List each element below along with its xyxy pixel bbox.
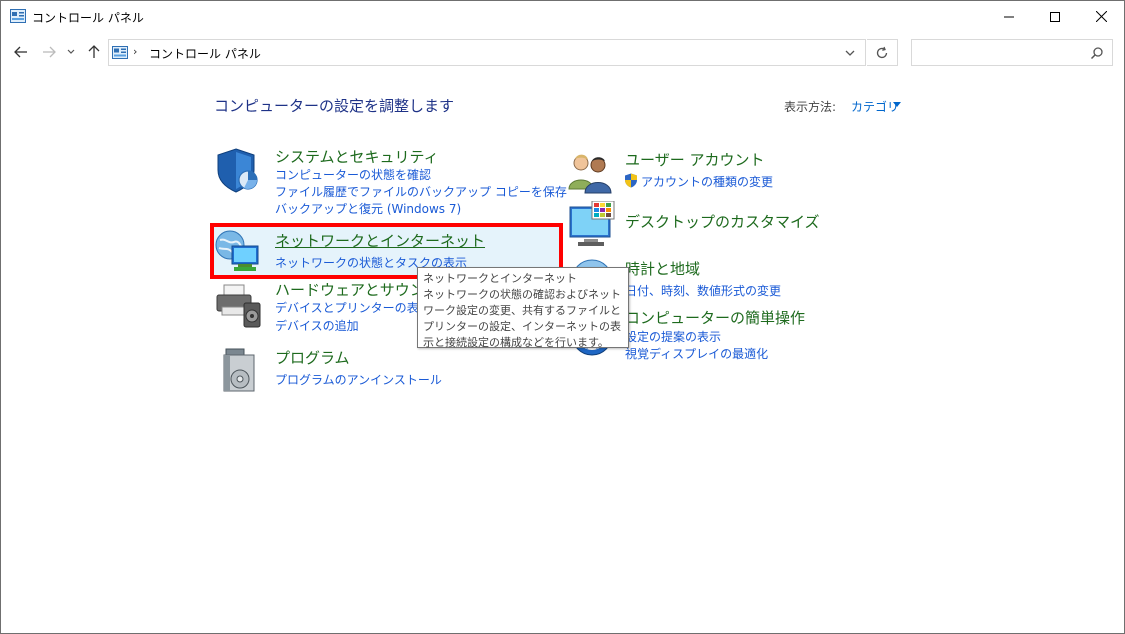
link-change-account-type[interactable]: アカウントの種類の変更 — [641, 173, 773, 190]
category-system-security[interactable]: システムとセキュリティ — [275, 146, 439, 167]
close-icon — [1095, 11, 1107, 22]
tooltip: ネットワークとインターネット ネットワークの状態の確認およびネットワーク設定の変… — [417, 267, 629, 349]
programs-icon[interactable] — [218, 347, 266, 395]
chevron-down-icon[interactable] — [893, 102, 901, 107]
refresh-button[interactable] — [867, 39, 898, 66]
tooltip-title: ネットワークとインターネット — [423, 272, 577, 285]
category-ease-of-access[interactable]: コンピューターの簡単操作 — [625, 307, 805, 328]
category-hardware-sound[interactable]: ハードウェアとサウンド — [275, 279, 440, 300]
user-accounts-icon[interactable] — [567, 149, 615, 197]
title-bar: コントロール パネル — [1, 1, 1124, 32]
link-optimize-visual-display[interactable]: 視覚ディスプレイの最適化 — [625, 345, 768, 362]
link-file-history-backup[interactable]: ファイル履歴でファイルのバックアップ コピーを保存 — [275, 183, 567, 200]
window-title: コントロール パネル — [32, 11, 144, 25]
arrow-right-icon — [43, 46, 56, 58]
minimize-icon — [1004, 16, 1014, 17]
uac-shield-icon — [625, 173, 637, 188]
link-change-date-time-format[interactable]: 日付、時刻、数値形式の変更 — [625, 282, 781, 299]
link-view-devices-printers[interactable]: デバイスとプリンターの表示 — [275, 299, 431, 316]
link-let-windows-suggest[interactable]: 設定の提案の表示 — [625, 328, 721, 345]
category-appearance-personalization[interactable]: デスクトップのカスタマイズ — [625, 211, 820, 232]
link-check-computer-status[interactable]: コンピューターの状態を確認 — [275, 166, 431, 183]
page-title: コンピューターの設定を調整します — [214, 97, 455, 115]
breadcrumb-separator[interactable]: › — [133, 45, 137, 58]
minimize-button[interactable] — [986, 1, 1032, 32]
category-programs[interactable]: プログラム — [275, 347, 350, 368]
view-by-label: 表示方法: — [784, 100, 837, 114]
tooltip-description: ネットワークの状態の確認およびネットワーク設定の変更、共有するファイルとプリンタ… — [423, 288, 621, 349]
breadcrumb-separator[interactable]: › — [242, 45, 246, 58]
link-uninstall-program[interactable]: プログラムのアンインストール — [275, 371, 442, 388]
category-user-accounts[interactable]: ユーザー アカウント — [625, 149, 764, 170]
search-icon — [1090, 47, 1103, 60]
search-input[interactable] — [911, 39, 1113, 66]
link-add-device[interactable]: デバイスの追加 — [275, 317, 359, 334]
chevron-down-icon[interactable] — [843, 46, 857, 60]
printer-icon[interactable] — [214, 281, 262, 329]
arrow-left-icon — [14, 46, 27, 58]
close-button[interactable] — [1078, 1, 1124, 32]
chevron-down-icon — [67, 49, 75, 54]
maximize-icon — [1050, 11, 1060, 22]
shield-icon[interactable] — [214, 146, 262, 194]
back-button[interactable] — [10, 41, 32, 63]
address-bar[interactable]: › コントロール パネル › — [108, 39, 866, 66]
control-panel-window: コントロール パネル › コントロール パネル › コンピューターの設定を調整し… — [0, 0, 1125, 634]
recent-locations-button[interactable] — [63, 41, 79, 63]
refresh-icon — [876, 46, 888, 58]
control-panel-icon — [112, 46, 128, 59]
link-backup-restore-win7[interactable]: バックアップと復元 (Windows 7) — [275, 200, 461, 217]
up-button[interactable] — [83, 41, 105, 63]
control-panel-icon — [10, 9, 26, 23]
forward-button[interactable] — [38, 41, 60, 63]
arrow-up-icon — [88, 45, 100, 58]
desktop-personalize-icon[interactable] — [568, 201, 616, 249]
maximize-button[interactable] — [1032, 1, 1078, 32]
view-by-dropdown[interactable]: カテゴリ — [851, 98, 899, 115]
category-clock-region[interactable]: 時計と地域 — [625, 258, 700, 279]
